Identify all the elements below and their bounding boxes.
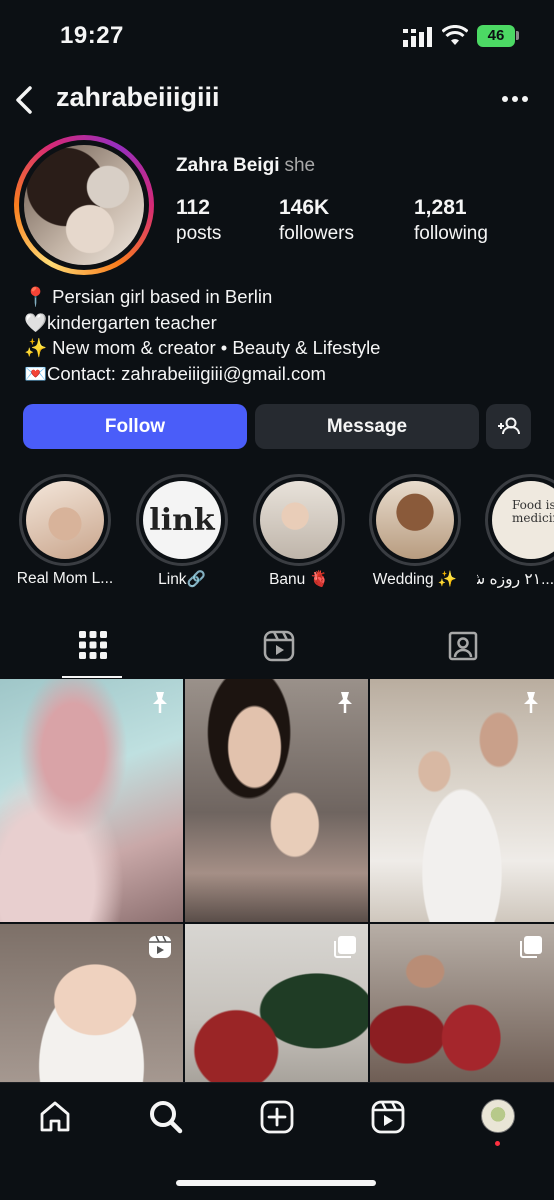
profile-full-name: Zahra Beigi she [176,155,315,177]
post-tile[interactable] [185,924,368,1082]
active-tab-indicator [62,676,122,678]
bio-line: 🤍kindergarten teacher [24,311,217,333]
highlight-ring [19,474,111,566]
create-icon[interactable] [259,1099,295,1135]
highlight-real-mom[interactable]: Real Mom L... [11,474,119,588]
tab-tagged[interactable] [369,620,554,678]
pin-icon [153,692,167,713]
reels-icon [149,935,171,958]
stat-value: 1,281 [414,196,467,219]
full-name-text: Zahra Beigi [176,155,280,176]
highlight-ring [253,474,345,566]
highlight-ring [369,474,461,566]
battery-indicator: 46 [477,25,515,47]
pin-icon [524,692,538,713]
follow-button[interactable]: Follow [23,404,247,449]
food-cover-text: Food is medicine [512,498,554,525]
stat-value: 112 [176,196,210,219]
stat-value: 146K [279,196,330,219]
status-bar: 19:27 46 [0,0,554,72]
highlight-banu[interactable]: Banu 🫀 [245,474,353,589]
tab-reels[interactable] [185,620,370,678]
highlight-link[interactable]: link Link🔗 [128,474,236,589]
wifi-icon [442,25,468,45]
status-time: 19:27 [60,22,124,49]
profile-header: zahrabeiiigiii [0,74,554,126]
reels-icon[interactable] [370,1099,406,1135]
tagged-icon [448,631,478,661]
message-button[interactable]: Message [255,404,479,449]
add-person-icon [498,417,520,435]
highlight-label: ...۲۱ روزه ش [477,571,554,588]
pronouns: she [284,155,316,176]
stat-label: followers [279,223,354,244]
post-tile[interactable] [185,679,368,922]
highlight-ring: link [136,474,228,566]
home-icon[interactable] [37,1099,73,1135]
profile-avatar-nav[interactable] [481,1099,515,1133]
carousel-icon [334,936,356,958]
bio-line: 📍 Persian girl based in Berlin [24,286,273,307]
highlight-ring: Food is medicine [485,474,554,566]
highlight-label: Real Mom L... [16,570,114,587]
tab-posts-grid[interactable] [0,620,185,678]
stat-label: following [414,223,488,244]
post-tile[interactable] [370,924,554,1082]
highlight-wedding[interactable]: Wedding ✨ [361,474,469,589]
home-indicator [176,1180,376,1186]
battery-tip [516,31,519,40]
carousel-icon [520,936,542,958]
post-tile[interactable] [370,679,554,922]
highlight-cover [26,481,104,559]
pin-icon [338,692,352,713]
highlight-label: Wedding ✨ [372,571,458,588]
highlight-food[interactable]: Food is medicine ...۲۱ روزه ش [477,474,554,589]
reels-icon [263,630,295,662]
highlight-label: Link🔗 [158,571,206,588]
stat-followers[interactable]: 146K followers [279,196,354,245]
stat-label: posts [176,223,222,244]
header-username: zahrabeiiigiii [56,82,220,112]
profile-avatar[interactable] [24,145,144,265]
bio-line: ✨ New mom & creator • Beauty & Lifestyle [24,337,381,358]
profile-tabs [0,620,554,678]
bio-line: 💌Contact: zahrabeiiigiii@gmail.com [24,362,326,384]
grid-icon [79,631,107,659]
highlight-cover: Food is medicine [492,481,554,559]
back-arrow-icon[interactable] [8,80,42,120]
highlight-cover [376,481,454,559]
more-options-icon[interactable] [498,84,532,114]
search-icon[interactable] [148,1099,184,1135]
post-tile[interactable] [0,924,183,1082]
story-ring[interactable] [14,135,154,275]
notification-dot [495,1141,500,1146]
post-tile[interactable] [0,679,183,922]
link-logo-text: link [149,502,215,538]
stat-following[interactable]: 1,281 following [414,196,488,245]
profile-bio: 📍 Persian girl based in Berlin 🤍kinderga… [24,284,380,386]
suggest-users-button[interactable] [486,404,531,449]
cellular-signal-icon [403,27,432,47]
stat-posts[interactable]: 112 posts [176,196,221,245]
highlight-cover: link [143,481,221,559]
highlight-label: Banu 🫀 [269,571,329,588]
highlight-cover [260,481,338,559]
